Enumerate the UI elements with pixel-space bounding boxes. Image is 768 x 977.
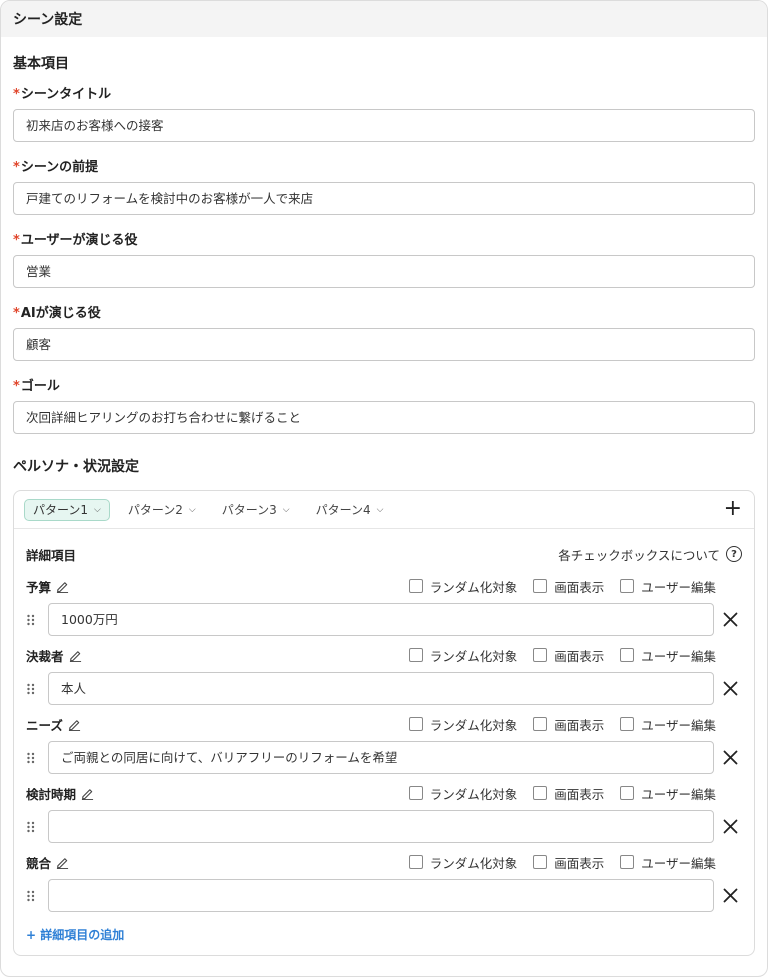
drag-handle-icon[interactable] — [26, 752, 48, 764]
field-label: シーンタイトル — [20, 87, 112, 102]
required-mark: * — [13, 233, 20, 248]
user-edit-checkbox[interactable]: ユーザー編集 — [620, 577, 716, 596]
goal-input[interactable]: 次回詳細ヒアリングのお打ち合わせに繋げること — [13, 401, 755, 434]
chevron-down-icon: ⌵ — [94, 504, 101, 515]
field-label: AIが演じる役 — [20, 306, 101, 321]
field-label: ゴール — [20, 379, 60, 394]
user-edit-checkbox[interactable]: ユーザー編集 — [620, 853, 716, 872]
detail-item: ニーズ ランダム化対象 画面表示 ユーザー編集 ご両親との同居に向けて、バリアフ… — [26, 714, 742, 774]
required-mark: * — [13, 379, 20, 394]
pencil-icon[interactable] — [81, 787, 94, 800]
display-checkbox[interactable]: 画面表示 — [533, 715, 604, 734]
field-label: シーンの前提 — [20, 160, 99, 175]
scene-premise-input[interactable]: 戸建てのリフォームを検討中のお客様が一人で来店 — [13, 182, 755, 215]
detail-item-name: 決裁者 — [26, 648, 64, 664]
scene-settings-panel: シーン設定 基本項目 *シーンタイトル 初来店のお客様への接客 *シーンの前提 … — [0, 0, 768, 977]
user-edit-checkbox[interactable]: ユーザー編集 — [620, 784, 716, 803]
detail-items-title: 詳細項目 — [26, 547, 77, 563]
basic-section-title: 基本項目 — [13, 56, 69, 72]
field-ai-role: *AIが演じる役 顧客 — [13, 302, 755, 361]
detail-item: 予算 ランダム化対象 画面表示 ユーザー編集 1000万円 — [26, 576, 742, 636]
random-checkbox[interactable]: ランダム化対象 — [408, 577, 517, 596]
user-edit-checkbox[interactable]: ユーザー編集 — [620, 715, 716, 734]
detail-item: 検討時期 ランダム化対象 画面表示 ユーザー編集 — [26, 783, 742, 843]
drag-handle-icon[interactable] — [26, 890, 48, 902]
detail-item-input[interactable]: 1000万円 — [48, 603, 714, 636]
field-scene-title: *シーンタイトル 初来店のお客様への接客 — [13, 83, 755, 142]
display-checkbox[interactable]: 画面表示 — [533, 784, 604, 803]
close-icon[interactable] — [723, 612, 738, 627]
panel-header: シーン設定 — [1, 1, 767, 37]
pencil-icon[interactable] — [56, 856, 69, 869]
tab-pattern-3[interactable]: パターン3 ⌵ — [214, 499, 298, 521]
user-edit-checkbox[interactable]: ユーザー編集 — [620, 646, 716, 665]
required-mark: * — [13, 87, 20, 102]
random-checkbox[interactable]: ランダム化対象 — [408, 853, 517, 872]
detail-item-name: 検討時期 — [26, 786, 77, 802]
display-checkbox[interactable]: 画面表示 — [533, 646, 604, 665]
tab-pattern-1[interactable]: パターン1 ⌵ — [24, 498, 110, 521]
tab-pattern-4[interactable]: パターン4 ⌵ — [308, 499, 392, 521]
display-checkbox[interactable]: 画面表示 — [533, 577, 604, 596]
close-icon[interactable] — [723, 819, 738, 834]
plus-icon[interactable]: + — [724, 497, 742, 521]
scene-title-input[interactable]: 初来店のお客様への接客 — [13, 109, 755, 142]
detail-item-name: 競合 — [26, 855, 52, 871]
checkbox-help-link[interactable]: 各チェックボックスについて? — [558, 545, 742, 564]
persona-section-title: ペルソナ・状況設定 — [13, 459, 139, 475]
field-scene-premise: *シーンの前提 戸建てのリフォームを検討中のお客様が一人で来店 — [13, 156, 755, 215]
detail-item-input[interactable] — [48, 810, 714, 843]
field-user-role: *ユーザーが演じる役 営業 — [13, 229, 755, 288]
close-icon[interactable] — [723, 681, 738, 696]
detail-item-input[interactable]: ご両親との同居に向けて、バリアフリーのリフォームを希望 — [48, 741, 714, 774]
detail-item-name: ニーズ — [26, 717, 63, 733]
tab-pattern-2[interactable]: パターン2 ⌵ — [120, 499, 204, 521]
pencil-icon[interactable] — [56, 580, 69, 593]
add-detail-item-button[interactable]: + 詳細項目の追加 — [26, 926, 124, 943]
required-mark: * — [13, 160, 20, 175]
display-checkbox[interactable]: 画面表示 — [533, 853, 604, 872]
field-label: ユーザーが演じる役 — [20, 233, 138, 248]
random-checkbox[interactable]: ランダム化対象 — [408, 784, 517, 803]
close-icon[interactable] — [723, 750, 738, 765]
drag-handle-icon[interactable] — [26, 821, 48, 833]
required-mark: * — [13, 306, 20, 321]
detail-item-name: 予算 — [26, 579, 52, 595]
pencil-icon[interactable] — [69, 649, 82, 662]
pattern-tabs: パターン1 ⌵ パターン2 ⌵ パターン3 ⌵ パターン4 ⌵ + — [14, 491, 754, 529]
detail-item: 決裁者 ランダム化対象 画面表示 ユーザー編集 本人 — [26, 645, 742, 705]
chevron-down-icon: ⌵ — [376, 504, 384, 515]
persona-card: パターン1 ⌵ パターン2 ⌵ パターン3 ⌵ パターン4 ⌵ + 詳細項目 各チェック… — [13, 490, 755, 956]
detail-item: 競合 ランダム化対象 画面表示 ユーザー編集 — [26, 852, 742, 912]
chevron-down-icon: ⌵ — [188, 504, 196, 515]
drag-handle-icon[interactable] — [26, 683, 48, 695]
pencil-icon[interactable] — [68, 718, 81, 731]
field-goal: *ゴール 次回詳細ヒアリングのお打ち合わせに繋げること — [13, 375, 755, 434]
panel-title: シーン設定 — [13, 12, 83, 28]
question-icon: ? — [726, 546, 742, 562]
detail-item-input[interactable] — [48, 879, 714, 912]
drag-handle-icon[interactable] — [26, 614, 48, 626]
chevron-down-icon: ⌵ — [282, 504, 290, 515]
random-checkbox[interactable]: ランダム化対象 — [408, 715, 517, 734]
close-icon[interactable] — [723, 888, 738, 903]
detail-item-input[interactable]: 本人 — [48, 672, 714, 705]
user-role-input[interactable]: 営業 — [13, 255, 755, 288]
random-checkbox[interactable]: ランダム化対象 — [408, 646, 517, 665]
ai-role-input[interactable]: 顧客 — [13, 328, 755, 361]
